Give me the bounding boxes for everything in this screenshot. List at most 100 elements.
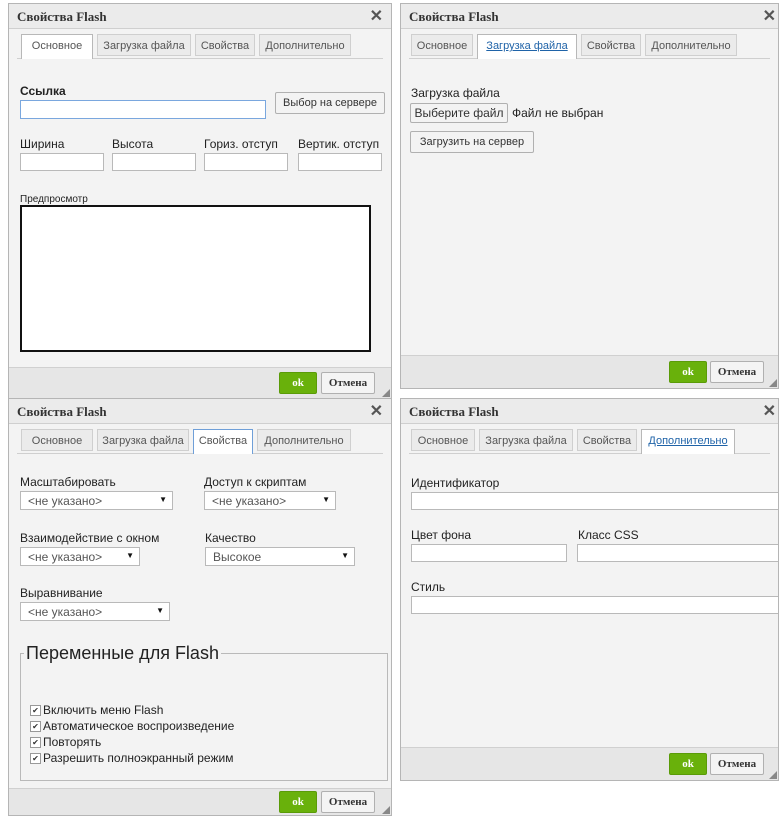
checkmark-icon[interactable]: ✔ — [30, 704, 41, 716]
tab-bar: Основное Загрузка файла Свойства Дополни… — [17, 34, 383, 59]
chevron-down-icon: ▼ — [341, 551, 349, 560]
dialog-footer: ok Отмена — [401, 747, 778, 780]
tab-properties[interactable]: Свойства — [581, 34, 641, 56]
checkbox-loop[interactable]: ✔ Повторять — [30, 735, 101, 749]
tab-upload[interactable]: Загрузка файла — [477, 34, 577, 59]
dialog-properties: Свойства Flash ✕ Основное Загрузка файла… — [8, 398, 392, 816]
checkbox-fullscreen[interactable]: ✔ Разрешить полноэкранный режим — [30, 751, 233, 765]
ok-button[interactable]: ok — [669, 753, 707, 775]
close-icon[interactable]: ✕ — [763, 6, 776, 26]
tab-properties[interactable]: Свойства — [193, 429, 253, 454]
resize-grip-icon[interactable] — [768, 378, 778, 388]
window-mode-label: Взаимодействие с окном — [20, 531, 160, 545]
quality-select[interactable]: Высокое ▼ — [205, 547, 355, 566]
dialog-title: Свойства Flash — [409, 9, 499, 24]
tab-properties[interactable]: Свойства — [577, 429, 637, 451]
scale-label: Масштабировать — [20, 475, 116, 489]
dialog-titlebar[interactable]: Свойства Flash ✕ — [401, 399, 778, 424]
checkmark-icon[interactable]: ✔ — [30, 736, 41, 748]
upload-section-label: Загрузка файла — [411, 86, 500, 100]
ok-button[interactable]: ok — [279, 791, 317, 813]
cancel-button[interactable]: Отмена — [710, 753, 764, 775]
resize-grip-icon[interactable] — [768, 770, 778, 780]
chevron-down-icon: ▼ — [126, 551, 134, 560]
chevron-down-icon: ▼ — [156, 606, 164, 615]
dialog-titlebar[interactable]: Свойства Flash ✕ — [401, 4, 778, 29]
browse-server-button[interactable]: Выбор на сервере — [275, 92, 385, 114]
ok-button[interactable]: ok — [669, 361, 707, 383]
checkmark-icon[interactable]: ✔ — [30, 720, 41, 732]
cancel-button[interactable]: Отмена — [321, 372, 375, 394]
tab-upload[interactable]: Загрузка файла — [97, 429, 189, 451]
checkbox-autoplay[interactable]: ✔ Автоматическое воспроизведение — [30, 719, 234, 733]
css-class-label: Класс CSS — [578, 528, 639, 542]
ok-button[interactable]: ok — [279, 372, 317, 394]
close-icon[interactable]: ✕ — [763, 401, 776, 421]
cancel-button[interactable]: Отмена — [321, 791, 375, 813]
height-input[interactable] — [112, 153, 196, 171]
style-input[interactable] — [411, 596, 778, 614]
tab-basic[interactable]: Основное — [411, 429, 475, 451]
chevron-down-icon: ▼ — [322, 495, 330, 504]
tab-advanced[interactable]: Дополнительно — [641, 429, 735, 454]
dialog-footer: ok Отмена — [401, 355, 778, 388]
dialog-titlebar[interactable]: Свойства Flash ✕ — [9, 4, 391, 29]
flash-vars-legend: Переменные для Flash — [26, 643, 219, 663]
close-icon[interactable]: ✕ — [370, 401, 383, 421]
tab-advanced[interactable]: Дополнительно — [259, 34, 351, 56]
tab-upload[interactable]: Загрузка файла — [479, 429, 573, 451]
width-label: Ширина — [20, 137, 65, 151]
quality-select-value: Высокое — [213, 550, 262, 564]
close-icon[interactable]: ✕ — [370, 6, 383, 26]
width-input[interactable] — [20, 153, 104, 171]
bgcolor-input[interactable] — [411, 544, 567, 562]
id-input[interactable] — [411, 492, 778, 510]
tab-basic[interactable]: Основное — [21, 34, 93, 59]
upload-to-server-button[interactable]: Загрузить на сервер — [410, 131, 534, 153]
window-mode-select[interactable]: <не указано> ▼ — [20, 547, 140, 566]
id-label: Идентификатор — [411, 476, 500, 490]
scale-select[interactable]: <не указано> ▼ — [20, 491, 173, 510]
dialog-titlebar[interactable]: Свойства Flash ✕ — [9, 399, 391, 424]
dialog-footer: ok Отмена — [9, 367, 391, 398]
hspace-input[interactable] — [204, 153, 288, 171]
quality-label: Качество — [205, 531, 256, 545]
resize-grip-icon[interactable] — [381, 805, 391, 815]
tab-advanced[interactable]: Дополнительно — [645, 34, 737, 56]
scale-select-value: <не указано> — [28, 494, 103, 508]
tab-bar: Основное Загрузка файла Свойства Дополни… — [17, 429, 383, 454]
checkbox-label: Автоматическое воспроизведение — [43, 719, 235, 733]
script-access-label: Доступ к скриптам — [204, 475, 307, 489]
tab-properties[interactable]: Свойства — [195, 34, 255, 56]
dialog-title: Свойства Flash — [17, 404, 107, 419]
tab-basic[interactable]: Основное — [411, 34, 473, 56]
tab-bar: Основное Загрузка файла Свойства Дополни… — [409, 34, 770, 59]
checkmark-icon[interactable]: ✔ — [30, 752, 41, 764]
vspace-input[interactable] — [298, 153, 382, 171]
resize-grip-icon[interactable] — [381, 388, 391, 398]
script-access-select[interactable]: <не указано> ▼ — [204, 491, 336, 510]
css-class-input[interactable] — [577, 544, 778, 562]
url-input[interactable] — [20, 100, 266, 119]
dialog-upload: Свойства Flash ✕ Основное Загрузка файла… — [400, 3, 779, 389]
tab-advanced[interactable]: Дополнительно — [257, 429, 351, 451]
vspace-label: Вертик. отступ — [298, 137, 380, 151]
style-label: Стиль — [411, 580, 446, 594]
tab-upload[interactable]: Загрузка файла — [97, 34, 191, 56]
checkbox-enable-menu[interactable]: ✔ Включить меню Flash — [30, 703, 163, 717]
dialog-title: Свойства Flash — [409, 404, 499, 419]
dialog-advanced: Свойства Flash ✕ Основное Загрузка файла… — [400, 398, 779, 781]
cancel-button[interactable]: Отмена — [710, 361, 764, 383]
no-file-text: Файл не выбран — [512, 106, 604, 120]
align-select-value: <не указано> — [28, 605, 103, 619]
tab-basic[interactable]: Основное — [21, 429, 93, 451]
url-label: Ссылка — [20, 84, 66, 98]
align-select[interactable]: <не указано> ▼ — [20, 602, 170, 621]
chevron-down-icon: ▼ — [159, 495, 167, 504]
tab-bar: Основное Загрузка файла Свойства Дополни… — [409, 429, 770, 454]
dialog-footer: ok Отмена — [9, 788, 391, 815]
script-access-select-value: <не указано> — [212, 494, 287, 508]
hspace-label: Гориз. отступ — [204, 137, 278, 151]
choose-file-button[interactable]: Выберите файл — [410, 103, 508, 123]
checkbox-label: Повторять — [43, 735, 102, 749]
